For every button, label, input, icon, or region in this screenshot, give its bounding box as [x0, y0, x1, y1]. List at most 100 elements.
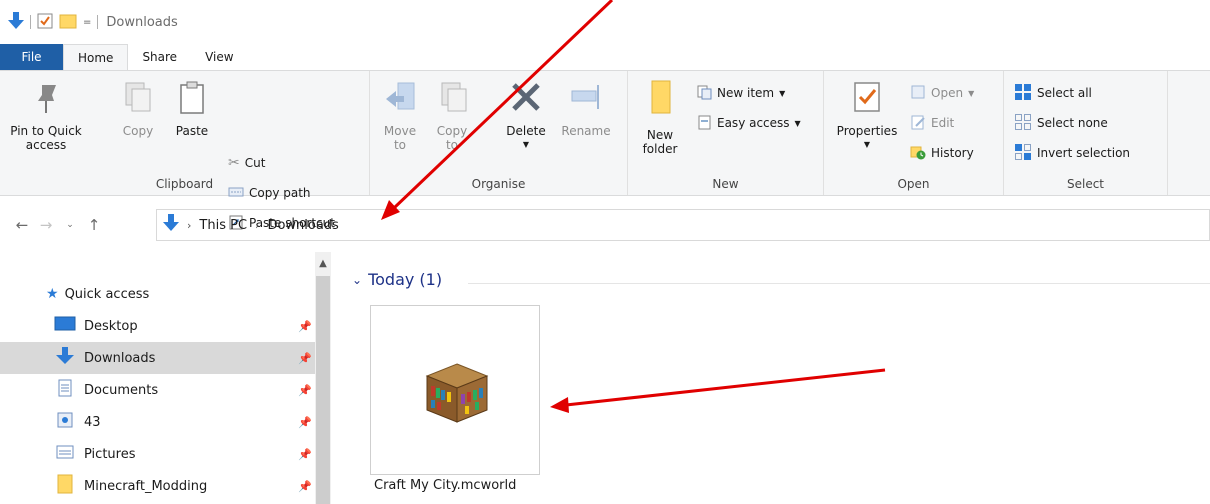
new-folder-button[interactable]: New folder [638, 79, 682, 156]
invert-selection-label: Invert selection [1037, 146, 1131, 160]
pin-icon[interactable]: 📌 [298, 448, 312, 461]
open-group: Properties ▼ Open ▼ Edit History Open [824, 71, 1004, 195]
nav-item-documents[interactable]: Documents 📌 [0, 374, 315, 406]
nav-item-desktop[interactable]: Desktop 📌 [0, 310, 315, 342]
pin-icon[interactable]: 📌 [298, 480, 312, 493]
delete-button[interactable]: Delete ▼ [502, 79, 550, 152]
breadcrumb-chevron-icon[interactable]: › [255, 219, 259, 232]
chevron-down-icon: ▼ [779, 88, 786, 98]
organise-group-label: Organise [471, 177, 526, 191]
forward-arrow-icon[interactable]: → [34, 216, 58, 234]
tab-file[interactable]: File [0, 44, 63, 70]
pin-to-quick-access-button[interactable]: Pin to Quick access [8, 79, 84, 152]
history-label: History [931, 146, 974, 160]
copy-label: Copy [122, 124, 154, 138]
breadcrumb-this-pc[interactable]: This PC [199, 218, 247, 233]
edit-button[interactable]: Edit [910, 113, 954, 133]
clipboard-group-label: Clipboard [155, 177, 214, 191]
tab-share[interactable]: Share [128, 44, 191, 70]
address-bar[interactable]: › This PC › Downloads [156, 209, 1210, 241]
delete-x-icon [502, 79, 550, 118]
pin-icon [8, 79, 84, 118]
select-all-button[interactable]: Select all [1014, 83, 1092, 103]
chevron-down-icon: ▼ [794, 118, 801, 128]
move-to-icon [380, 79, 420, 118]
cut-button[interactable]: ✂ Cut [228, 153, 265, 173]
history-button[interactable]: History [910, 143, 974, 163]
nav-item-43[interactable]: 43 📌 [0, 406, 315, 438]
back-arrow-icon[interactable]: ← [10, 216, 34, 234]
new-folder-icon[interactable] [59, 13, 77, 32]
organise-group: Move to Copy to Delete ▼ Rename Organise [370, 71, 628, 195]
move-to-label-line2: to [393, 138, 407, 152]
customize-toolbar-icon[interactable]: = [83, 17, 91, 28]
open-icon [910, 84, 926, 103]
easy-access-button[interactable]: Easy access ▼ [696, 113, 801, 133]
edit-icon [910, 114, 926, 133]
new-folder-label-line1: New [646, 128, 674, 142]
paste-button[interactable]: Paste [170, 79, 214, 138]
properties-check-icon [832, 79, 902, 118]
group-divider [468, 283, 1210, 284]
star-icon: ★ [46, 286, 59, 302]
pin-icon[interactable]: 📌 [298, 416, 312, 429]
rename-icon [556, 79, 616, 118]
new-group-label: New [712, 177, 739, 191]
pin-icon[interactable]: 📌 [298, 320, 312, 333]
nav-item-quick-access[interactable]: ★ Quick access [0, 278, 315, 310]
new-item-button[interactable]: New item ▼ [696, 83, 785, 103]
up-arrow-icon[interactable]: ↑ [82, 216, 106, 234]
file-name[interactable]: Craft My City.mcworld [374, 478, 516, 493]
title-bar: = Downloads [0, 0, 1210, 44]
breadcrumb-chevron-icon[interactable]: › [187, 219, 191, 232]
annotation-arrow-file [550, 368, 886, 413]
recycle-icon [54, 411, 76, 433]
new-group: New folder New item ▼ Easy access ▼ New [628, 71, 824, 195]
scroll-up-arrow-icon[interactable]: ▲ [316, 258, 330, 272]
breadcrumb-downloads[interactable]: Downloads [267, 218, 338, 233]
invert-selection-button[interactable]: Invert selection [1014, 143, 1130, 163]
paste-icon [170, 79, 214, 118]
properties-check-icon[interactable] [37, 13, 53, 32]
move-to-button[interactable]: Move to [380, 79, 420, 152]
rename-button[interactable]: Rename [556, 79, 616, 138]
navigation-row: ← → ⌄ ↑ › This PC › Downloads [0, 204, 1210, 246]
properties-label: Properties [836, 124, 898, 138]
easy-access-label: Easy access [717, 116, 790, 130]
file-group-header[interactable]: ⌄ Today (1) [352, 270, 442, 289]
open-button[interactable]: Open ▼ [910, 83, 974, 103]
select-none-button[interactable]: Select none [1014, 113, 1108, 133]
chevron-down-icon: ▼ [522, 140, 530, 149]
delete-label: Delete [506, 124, 546, 138]
tab-view[interactable]: View [191, 44, 247, 70]
new-folder-label-line2: folder [642, 142, 678, 156]
properties-button[interactable]: Properties ▼ [832, 79, 902, 152]
pin-icon[interactable]: 📌 [298, 352, 312, 365]
paste-label: Paste [175, 124, 209, 138]
divider [30, 15, 31, 29]
download-arrow-icon [163, 214, 179, 236]
file-tile[interactable] [370, 305, 540, 475]
nav-item-pictures[interactable]: Pictures 📌 [0, 438, 315, 470]
copy-to-button[interactable]: Copy to [432, 79, 472, 152]
open-group-label: Open [897, 177, 930, 191]
chevron-down-icon: ▼ [863, 140, 871, 149]
scissors-icon: ✂ [228, 155, 240, 171]
select-none-label: Select none [1037, 116, 1108, 130]
ribbon-tabs: File Home Share View [0, 44, 1210, 71]
nav-item-minecraft-modding[interactable]: Minecraft_Modding 📌 [0, 470, 315, 502]
ribbon: Pin to Quick access Copy Paste ✂ Cut Cop… [0, 70, 1210, 230]
download-arrow-icon [54, 347, 76, 369]
clipboard-group: Pin to Quick access Copy Paste ✂ Cut Cop… [0, 71, 370, 230]
tab-home[interactable]: Home [63, 44, 129, 71]
download-arrow-icon[interactable] [8, 11, 24, 33]
nav-item-downloads[interactable]: Downloads 📌 [0, 342, 315, 374]
copy-button[interactable]: Copy [116, 79, 160, 138]
select-group-label: Select [1066, 177, 1105, 191]
recent-locations-chevron-icon[interactable]: ⌄ [58, 220, 82, 230]
nav-scrollbar-thumb[interactable] [316, 276, 330, 504]
pin-icon[interactable]: 📌 [298, 384, 312, 397]
bookshelf-icon [425, 362, 489, 427]
cut-label: Cut [244, 156, 266, 170]
file-group-label: Today (1) [368, 270, 443, 289]
